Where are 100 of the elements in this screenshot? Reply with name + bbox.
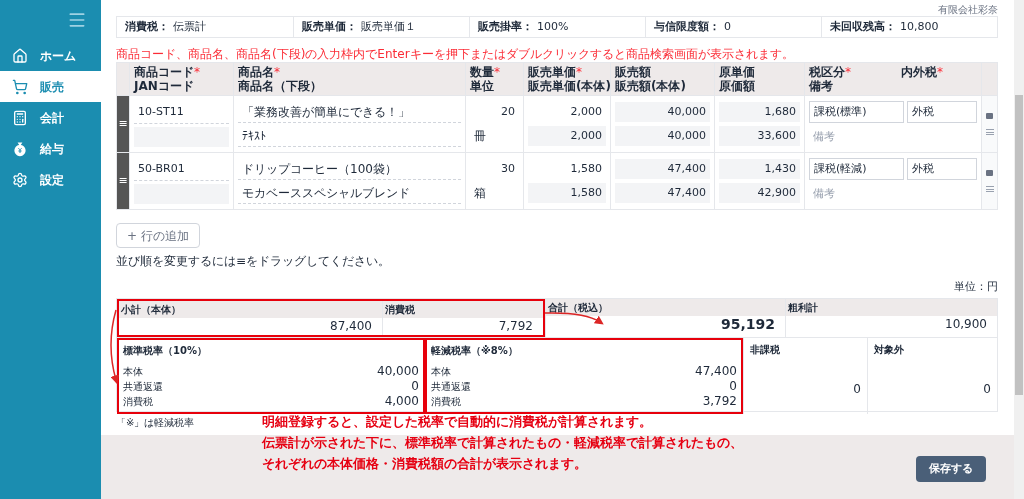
column-header: 数量* (470, 65, 500, 79)
tax-line-label: 消費税 (431, 394, 461, 409)
tax-line-value: 47,400 (695, 363, 737, 379)
column-header: 商品名* (238, 65, 280, 79)
save-button[interactable]: 保存する (916, 456, 986, 482)
column-header: 税区分* (809, 65, 851, 79)
product-name-field[interactable]: ドリップコーヒー（100袋） (238, 158, 461, 180)
unit-price-field[interactable]: 1,580 (528, 159, 606, 179)
quantity-field[interactable]: 30 (470, 158, 519, 180)
column-header: 単位 (470, 79, 495, 93)
info-value: 0 (724, 18, 731, 35)
note-field[interactable]: 備考 (809, 125, 977, 147)
sidebar-item[interactable]: 販売 (0, 71, 101, 102)
unit-cost-field: 1,680 (719, 102, 800, 122)
annotation-line: それぞれの本体価格・消費税額の合計が表示されます。 (262, 455, 588, 473)
tax-line-label: 本体 (431, 364, 451, 379)
cost-amount-field: 33,600 (719, 126, 800, 146)
cart-icon (12, 78, 28, 95)
sidebar-item[interactable]: 給与 (0, 133, 101, 164)
net-sales-amount-field: 40,000 (615, 126, 710, 146)
drag-hint-text: 並び順を変更するには≡をドラッグしてください。 (116, 253, 391, 270)
reorder-icon[interactable] (985, 186, 994, 192)
sidebar-item[interactable]: 会計 (0, 102, 101, 133)
row-menu-icon[interactable] (986, 170, 993, 176)
add-row-button[interactable]: + 行の追加 (116, 223, 200, 248)
cost-amount-field: 42,900 (719, 183, 800, 203)
info-value: 販売単価１ (361, 18, 416, 35)
tax-rate-title: 軽減税率（※8%） (431, 343, 519, 358)
tax-line-value: 3,792 (702, 393, 737, 409)
product-subname-field[interactable]: モカベーススペシャルブレンド (238, 182, 461, 204)
tax-line-value: 0 (411, 378, 419, 394)
annotation-line: 伝票計が示された下に、標準税率で計算されたもの・軽減税率で計算されたもの、 (262, 434, 743, 452)
totals-value: 10,900 (945, 316, 987, 333)
quantity-field[interactable]: 20 (470, 101, 519, 123)
unit-field[interactable]: 冊 (470, 125, 519, 147)
column-header: 販売額 (615, 65, 651, 79)
unit-label: 単位：円 (954, 279, 998, 295)
product-name-field[interactable]: 「業務改善が簡単にできる！」 (238, 101, 461, 123)
tax-line-label: 消費税 (123, 394, 153, 409)
row-menu-icon[interactable] (986, 113, 993, 119)
sidebar-item[interactable]: 設定 (0, 164, 101, 195)
product-subname-field[interactable]: ﾃｷｽﾄ (238, 125, 461, 147)
menu-icon[interactable] (67, 10, 87, 30)
net-unit-price-field: 1,580 (528, 183, 606, 203)
tax-mode-field[interactable]: 外税 (907, 158, 977, 180)
sales-amount-field: 40,000 (615, 102, 710, 122)
tax-rate-title: 標準税率（10%） (123, 343, 208, 358)
net-unit-price-field: 2,000 (528, 126, 606, 146)
tax-rate-title: 対象外 (874, 342, 905, 357)
info-label: 与信限度額： (654, 18, 720, 35)
annotation-line: 明細登録すると、設定した税率で自動的に消費税が計算されます。 (262, 413, 653, 431)
tax-line-value: 4,000 (384, 393, 419, 409)
unit-field[interactable]: 箱 (470, 182, 519, 204)
settings-icon (12, 171, 28, 188)
calculator-icon (12, 109, 28, 126)
money-bag-icon (12, 140, 28, 157)
sales-amount-field: 47,400 (615, 159, 710, 179)
totals-header: 小計（本体） (121, 302, 181, 317)
tax-class-field[interactable]: 課税(標準) (809, 101, 904, 123)
product-code-field[interactable]: 50-BR01 (134, 158, 229, 181)
scrollbar[interactable] (1014, 0, 1024, 499)
totals-value: 87,400 (330, 318, 372, 335)
column-header: JANコード (134, 79, 195, 93)
sidebar-item[interactable]: ホーム (0, 40, 101, 71)
totals-header: 消費税 (385, 302, 415, 317)
totals-header: 合計（税込） (548, 300, 608, 315)
totals-header: 粗利計 (788, 300, 818, 315)
totals-value: 7,792 (498, 318, 533, 335)
info-value: 10,800 (900, 18, 939, 35)
info-value: 伝票計 (173, 18, 206, 35)
tax-line-label: 共通返還 (123, 379, 163, 394)
reorder-icon[interactable] (985, 129, 994, 135)
column-header: 商品名（下段） (238, 79, 323, 93)
column-header: 販売額(本体) (615, 79, 687, 93)
product-code-field[interactable]: 10-ST11 (134, 101, 229, 124)
drag-handle[interactable]: ≡ (117, 96, 129, 152)
tax-class-field[interactable]: 課税(軽減) (809, 158, 904, 180)
info-label: 未回収残高： (830, 18, 896, 35)
notice-text: 商品コード、商品名、商品名(下段)の入力枠内でEnterキーを押下またはダブルクリックすると商品検索画面が表示されます。 (116, 46, 794, 62)
info-label: 販売掛率： (478, 18, 533, 35)
info-value: 100% (537, 18, 569, 35)
tax-line-label: 共通返還 (431, 379, 471, 394)
column-header: 備考 (809, 79, 834, 93)
tax-line-value: 0 (853, 380, 861, 398)
drag-handle[interactable]: ≡ (117, 153, 129, 209)
unit-price-field[interactable]: 2,000 (528, 102, 606, 122)
company-name: 有限会社彩奈 (938, 5, 998, 15)
note-field[interactable]: 備考 (809, 182, 977, 204)
home-icon (12, 47, 28, 64)
net-sales-amount-field: 47,400 (615, 183, 710, 203)
tax-line-label: 本体 (123, 364, 143, 379)
column-header: 内外税* (901, 65, 943, 79)
tax-line-value: 0 (729, 378, 737, 394)
tax-rate-title: 非課税 (750, 342, 781, 357)
column-header: 原価額 (719, 79, 756, 93)
column-header: 原単価 (719, 65, 755, 79)
totals-value: 95,192 (720, 314, 775, 334)
tax-mode-field[interactable]: 外税 (907, 101, 977, 123)
info-label: 消費税： (125, 18, 169, 35)
footnote-text: 「※」は軽減税率 (116, 415, 195, 430)
